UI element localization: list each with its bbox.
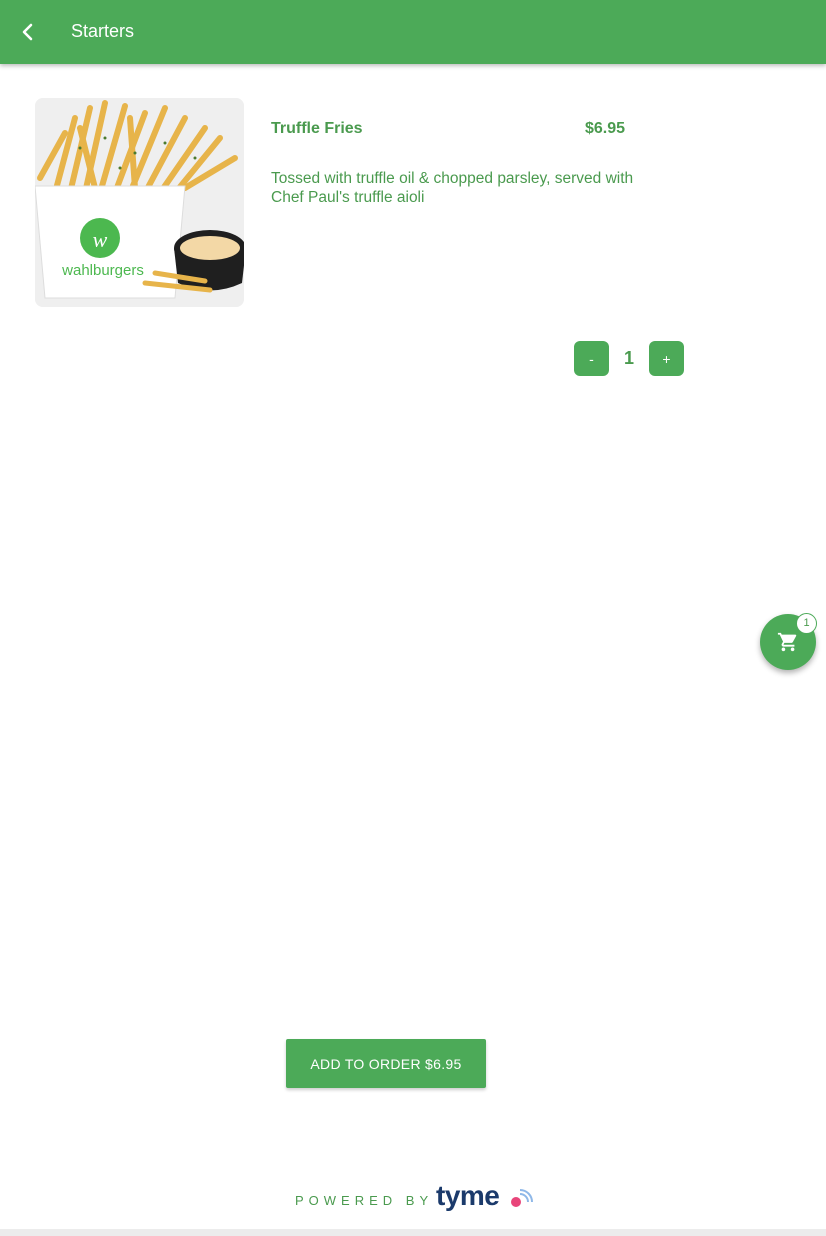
item-image: w wahlburgers — [35, 98, 244, 307]
quantity-increase-button[interactable]: + — [649, 341, 684, 376]
back-button[interactable] — [12, 16, 44, 48]
item-price: $6.95 — [584, 120, 625, 137]
svg-text:wahlburgers: wahlburgers — [61, 262, 144, 279]
svg-text:w: w — [93, 227, 108, 252]
quantity-decrease-button[interactable]: - — [574, 341, 609, 376]
add-to-order-button[interactable]: ADD TO ORDER $6.95 — [286, 1039, 486, 1088]
cart-badge: 1 — [796, 613, 817, 634]
app-bar: Starters — [0, 0, 826, 64]
fries-photo: w wahlburgers — [35, 98, 244, 307]
page: Starters w wahlburgers Truffle Fries $6.… — [0, 0, 826, 1236]
tyme-logo[interactable]: tyme — [436, 1180, 500, 1212]
item-description: Tossed with truffle oil & chopped parsle… — [271, 170, 634, 206]
quantity-value: 1 — [623, 348, 634, 368]
item-name: Truffle Fries — [271, 120, 363, 137]
cart-icon — [777, 632, 797, 652]
page-title: Starters — [71, 21, 135, 41]
chevron-left-icon — [22, 23, 33, 41]
tyme-signal-icon — [511, 1189, 533, 1207]
bottom-bar — [0, 1229, 826, 1236]
powered-by-label: POWERED BY — [295, 1193, 434, 1208]
